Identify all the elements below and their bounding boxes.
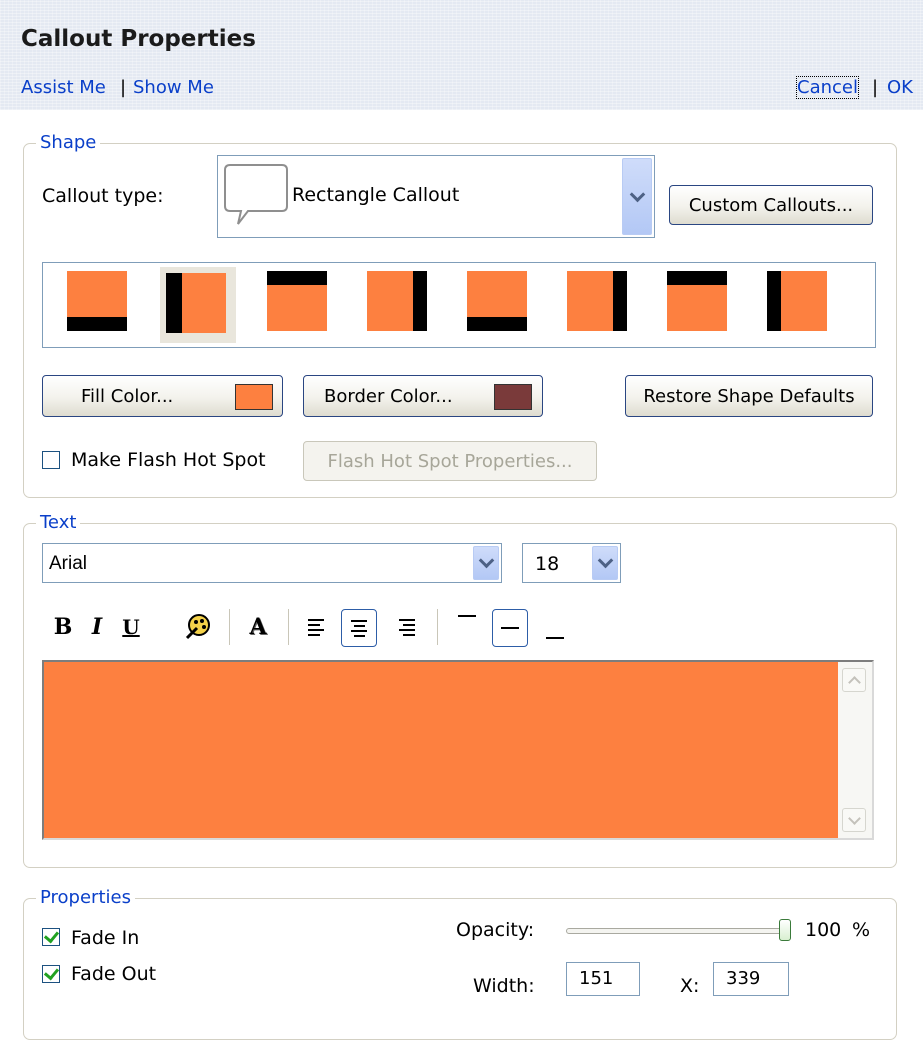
callout-left-bottom-icon bbox=[767, 271, 827, 331]
header-separator-2: | bbox=[872, 77, 879, 98]
align-right-button[interactable] bbox=[391, 609, 423, 645]
callout-right-icon bbox=[367, 271, 427, 331]
toolbar-separator bbox=[229, 609, 230, 645]
dialog-title: Callout Properties bbox=[21, 26, 256, 52]
font-size-dropdown[interactable]: 18 bbox=[522, 543, 621, 583]
font-size-value: 18 bbox=[535, 553, 560, 575]
scroll-up-icon[interactable] bbox=[842, 668, 866, 692]
callout-bottom-left-icon bbox=[67, 271, 127, 331]
bold-button[interactable]: B bbox=[48, 609, 78, 645]
palette-link-icon bbox=[185, 614, 210, 640]
italic-button[interactable]: I bbox=[82, 609, 112, 645]
make-flash-hotspot-checkbox[interactable] bbox=[42, 451, 60, 469]
fade-out-label: Fade Out bbox=[71, 963, 157, 985]
restore-shape-defaults-button[interactable]: Restore Shape Defaults bbox=[625, 375, 873, 417]
shape-option-2[interactable] bbox=[160, 267, 236, 343]
underline-button[interactable]: U bbox=[116, 609, 146, 645]
opacity-label: Opacity: bbox=[456, 919, 535, 941]
callout-top-left-icon bbox=[667, 271, 727, 331]
fill-color-label: Fill Color... bbox=[81, 385, 174, 407]
align-center-icon bbox=[351, 619, 367, 637]
shape-option-7[interactable] bbox=[659, 267, 727, 331]
cancel-link[interactable]: Cancel bbox=[796, 76, 859, 99]
text-legend: Text bbox=[36, 512, 81, 533]
ok-link[interactable]: OK bbox=[887, 77, 913, 98]
valign-bottom-icon bbox=[546, 637, 564, 639]
opacity-slider-thumb[interactable] bbox=[779, 919, 791, 941]
opacity-unit: % bbox=[852, 919, 871, 941]
callout-text-area[interactable] bbox=[42, 660, 874, 840]
flash-hotspot-properties-button: Flash Hot Spot Properties... bbox=[303, 441, 597, 481]
border-color-label: Border Color... bbox=[324, 385, 453, 407]
valign-top-icon bbox=[458, 615, 476, 617]
header-separator: | bbox=[120, 77, 127, 98]
font-dropdown[interactable]: Arial bbox=[42, 543, 502, 583]
callout-type-label: Callout type: bbox=[42, 185, 164, 207]
callout-shape-gallery[interactable] bbox=[42, 262, 876, 348]
font-value: Arial bbox=[49, 553, 88, 574]
align-right-icon bbox=[399, 618, 415, 636]
rectangle-callout-icon bbox=[224, 164, 288, 225]
callout-bottom-right-icon bbox=[467, 271, 527, 331]
fill-color-button[interactable]: Fill Color... bbox=[42, 375, 283, 417]
width-input[interactable]: 151 bbox=[566, 962, 640, 996]
chevron-down-icon[interactable] bbox=[592, 546, 618, 580]
text-area-scrollbar[interactable] bbox=[838, 662, 872, 838]
border-color-swatch bbox=[494, 384, 532, 410]
text-color-button[interactable]: A bbox=[243, 609, 273, 645]
shape-option-3[interactable] bbox=[259, 267, 327, 331]
opacity-slider-track[interactable] bbox=[566, 928, 788, 934]
shape-option-4[interactable] bbox=[359, 267, 427, 331]
fade-in-checkbox[interactable] bbox=[42, 928, 60, 946]
fade-in-label: Fade In bbox=[71, 927, 140, 949]
border-color-button[interactable]: Border Color... bbox=[303, 375, 543, 417]
shape-option-8[interactable] bbox=[759, 267, 827, 331]
callout-left-icon bbox=[166, 273, 226, 333]
toolbar-separator-3 bbox=[437, 609, 438, 645]
make-flash-hotspot-label: Make Flash Hot Spot bbox=[71, 449, 266, 471]
valign-top-button[interactable] bbox=[452, 607, 482, 643]
valign-middle-icon bbox=[501, 627, 519, 629]
chevron-down-icon[interactable] bbox=[622, 158, 652, 235]
x-input[interactable]: 339 bbox=[713, 962, 789, 996]
scroll-down-icon[interactable] bbox=[842, 808, 866, 832]
chevron-down-icon[interactable] bbox=[473, 546, 499, 580]
properties-legend: Properties bbox=[36, 887, 135, 908]
callout-right-top-icon bbox=[567, 271, 627, 331]
callout-type-value: Rectangle Callout bbox=[292, 184, 460, 206]
callout-type-dropdown[interactable]: Rectangle Callout bbox=[217, 155, 655, 238]
align-center-button[interactable] bbox=[341, 609, 377, 647]
callout-top-right-icon bbox=[267, 271, 327, 331]
align-left-icon bbox=[308, 618, 324, 636]
align-left-button[interactable] bbox=[300, 609, 332, 645]
link-button[interactable] bbox=[181, 609, 215, 645]
valign-middle-button[interactable] bbox=[492, 609, 528, 647]
shape-option-1[interactable] bbox=[59, 267, 127, 331]
fade-out-checkbox[interactable] bbox=[42, 965, 60, 983]
custom-callouts-button[interactable]: Custom Callouts... bbox=[669, 185, 873, 225]
shape-legend: Shape bbox=[36, 132, 101, 153]
fill-color-swatch bbox=[235, 384, 273, 410]
show-me-link[interactable]: Show Me bbox=[133, 77, 214, 98]
toolbar-separator-2 bbox=[288, 609, 289, 645]
shape-option-5[interactable] bbox=[459, 267, 527, 331]
opacity-value: 100 bbox=[805, 919, 842, 941]
valign-bottom-button[interactable] bbox=[540, 609, 570, 645]
assist-me-link[interactable]: Assist Me bbox=[21, 77, 106, 98]
dialog-header: Callout Properties Assist Me | Show Me C… bbox=[0, 0, 923, 110]
shape-option-6[interactable] bbox=[559, 267, 627, 331]
